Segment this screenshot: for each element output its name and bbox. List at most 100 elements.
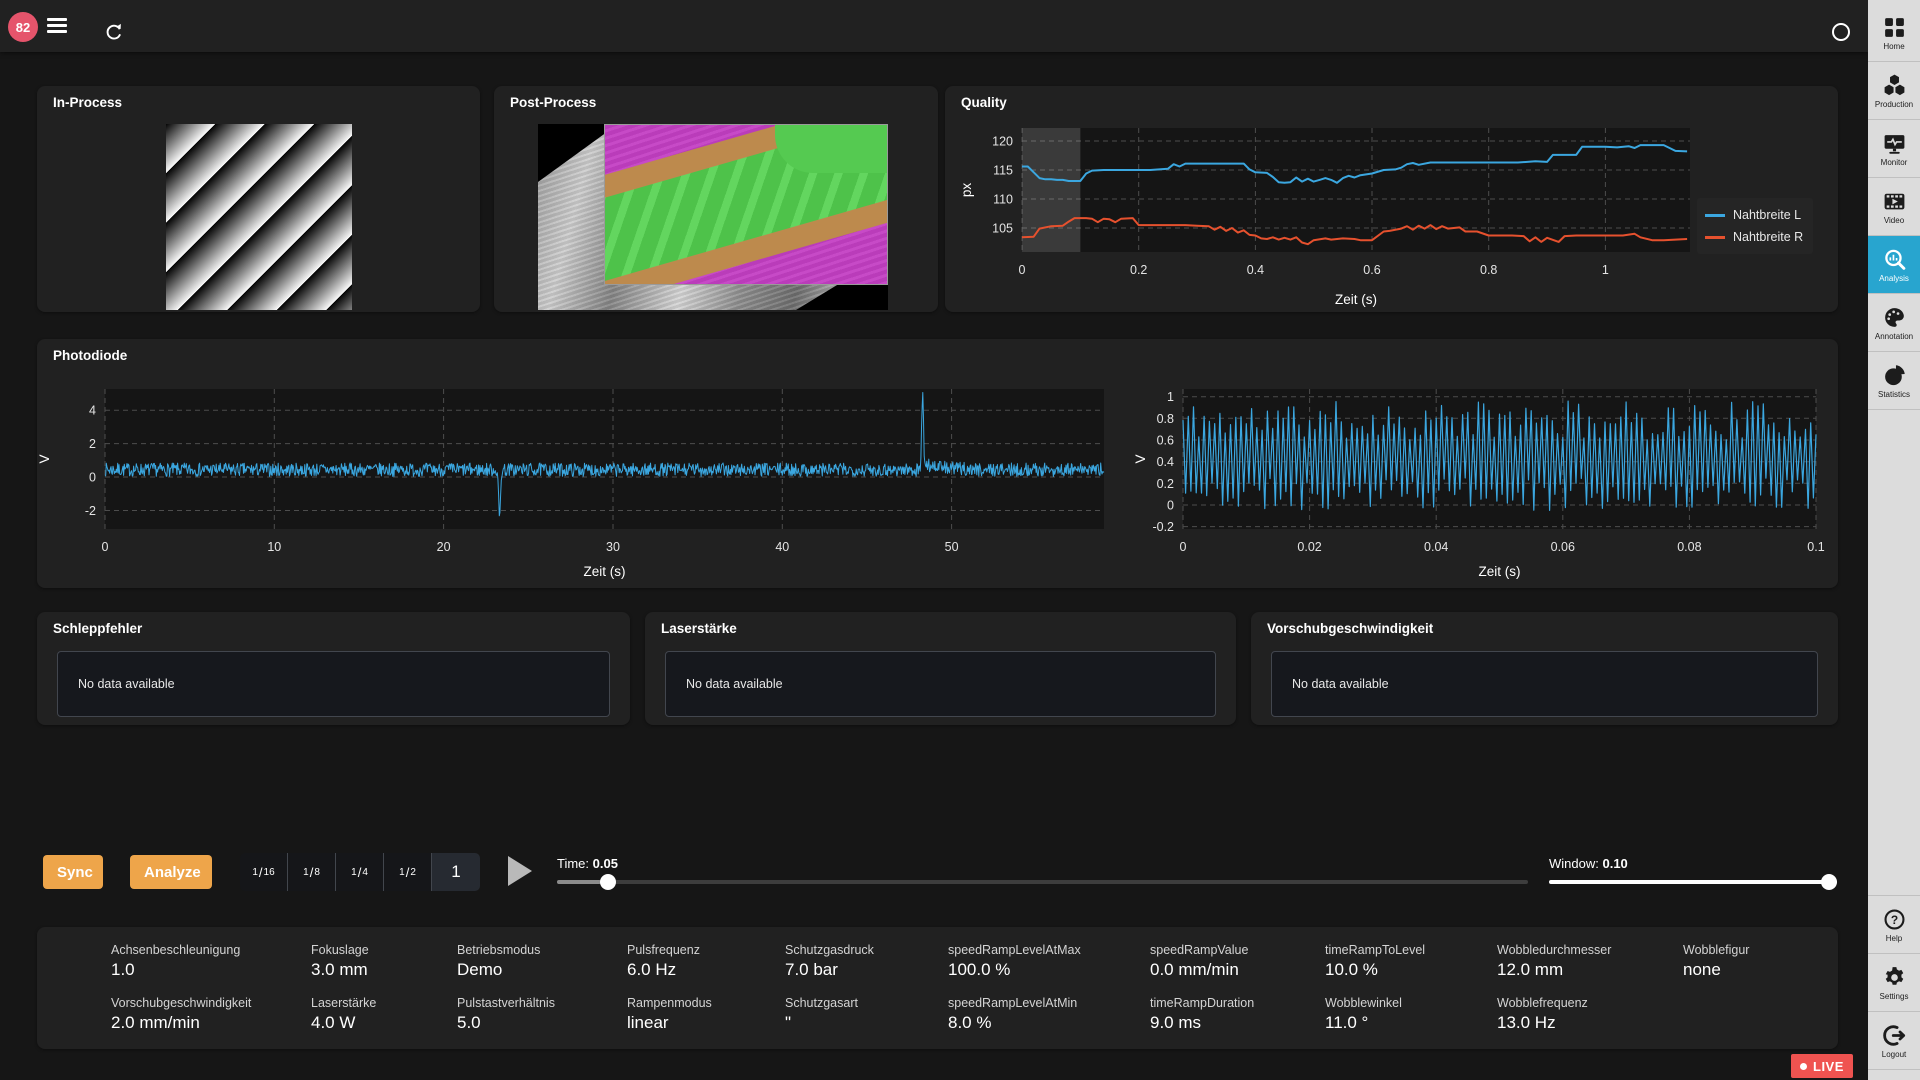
sidebar-item-home[interactable]: Home [1868, 4, 1920, 62]
live-badge: LIVE [1791, 1054, 1853, 1078]
time-slider-thumb[interactable] [600, 874, 616, 890]
svg-text:0: 0 [1180, 540, 1187, 554]
notification-badge[interactable]: 82 [8, 12, 38, 42]
fraction-button-1-4[interactable]: 1/4 [336, 853, 384, 891]
parameter-wobblewinkel: Wobblewinkel11.0 ° [1325, 996, 1497, 1033]
parameters-grid: Achsenbeschleunigung1.0Fokuslage3.0 mmBe… [111, 943, 1811, 1033]
parameter-value: 5.0 [457, 1013, 627, 1033]
svg-text:1: 1 [1167, 390, 1174, 404]
parameter-value: 10.0 % [1325, 960, 1497, 980]
parameter-timeramptolevel: timeRampToLevel 10.0 % [1325, 943, 1497, 980]
svg-text:50: 50 [945, 540, 959, 554]
svg-text:0: 0 [102, 540, 109, 554]
time-value: 0.05 [593, 856, 618, 871]
sidebar-item-annotation[interactable]: Annotation [1868, 294, 1920, 352]
parameter-value: 4.0 W [311, 1013, 457, 1033]
fraction-button-1-8[interactable]: 1/8 [288, 853, 336, 891]
svg-text:110: 110 [993, 193, 1013, 207]
fraction-button-1[interactable]: 1 [432, 853, 480, 891]
legend-item-nahtbreite-r[interactable]: Nahtbreite R [1705, 226, 1803, 248]
fraction-button-1-2[interactable]: 1/2 [384, 853, 432, 891]
vorschubgeschwindigkeit-empty-box: No data available [1271, 651, 1818, 717]
panel-post-process: Post-Process [494, 86, 938, 312]
parameter-value: 8.0 % [948, 1013, 1150, 1033]
panel-in-process: In-Process [37, 86, 480, 312]
parameter-label: speedRampLevelAtMax [948, 943, 1150, 957]
no-data-text: No data available [686, 677, 783, 691]
sidebar-item-video[interactable]: Video [1868, 178, 1920, 236]
window-slider-thumb[interactable] [1821, 874, 1837, 890]
time-slider[interactable] [557, 874, 1528, 890]
in-process-image[interactable] [166, 124, 352, 310]
svg-text:Zeit (s): Zeit (s) [584, 564, 626, 579]
parameter-value: 12.0 mm [1497, 960, 1683, 980]
parameter-value: " [785, 1013, 948, 1033]
window-slider-label: Window: 0.10 [1549, 856, 1628, 871]
live-dot-icon [1800, 1063, 1807, 1070]
parameter-speedramplevelatmax: speedRampLevelAtMax100.0 % [948, 943, 1150, 980]
quality-legend: Nahtbreite L Nahtbreite R [1697, 198, 1813, 254]
parameter-label: timeRampToLevel [1325, 943, 1497, 957]
schleppfehler-title: Schleppfehler [53, 621, 142, 636]
panel-vorschubgeschwindigkeit: Vorschubgeschwindigkeit No data availabl… [1251, 612, 1838, 725]
status-ring-icon[interactable] [1832, 23, 1850, 41]
sidebar-item-statistics[interactable]: Statistics [1868, 352, 1920, 410]
parameter-label: Achsenbeschleunigung [111, 943, 311, 957]
sidebar-item-analysis[interactable]: Analysis [1868, 236, 1920, 294]
parameter-label: Fokuslage [311, 943, 457, 957]
sidebar-item-monitor[interactable]: Monitor [1868, 120, 1920, 178]
parameter-vorschubgeschwindigkeit: Vorschubgeschwindigkeit2.0 mm/min [111, 996, 311, 1033]
sidebar-item-logout[interactable]: Logout [1868, 1012, 1920, 1070]
play-button[interactable] [508, 856, 532, 886]
svg-text:0.2: 0.2 [1130, 263, 1147, 277]
svg-text:0: 0 [1167, 499, 1174, 513]
post-process-image[interactable] [538, 124, 888, 310]
sidebar-item-settings[interactable]: Settings [1868, 954, 1920, 1012]
sidebar-item-production[interactable]: Production [1868, 62, 1920, 120]
photodiode-charts[interactable]: -202401020304050Zeit (s)V-0.200.20.40.60… [37, 369, 1838, 588]
svg-text:0.6: 0.6 [1157, 434, 1174, 448]
monitor-icon [1882, 131, 1907, 156]
sidebar-item-help[interactable]: ?Help [1868, 896, 1920, 954]
parameter-value: linear [627, 1013, 785, 1033]
help-icon: ? [1882, 907, 1907, 932]
parameter-label: Wobblefigur [1683, 943, 1811, 957]
svg-text:40: 40 [775, 540, 789, 554]
parameters-panel: Achsenbeschleunigung1.0Fokuslage3.0 mmBe… [37, 927, 1838, 1049]
sync-button[interactable]: Sync [43, 855, 103, 889]
window-slider[interactable] [1549, 874, 1837, 890]
parameter-label: Betriebsmodus [457, 943, 627, 957]
statistics-icon [1882, 363, 1907, 388]
parameter-speedrampvalue: speedRampValue0.0 mm/min [1150, 943, 1325, 980]
parameter-label: Schutzgasdruck [785, 943, 948, 957]
quality-title: Quality [961, 95, 1007, 110]
parameter-rampenmodus: Rampenmoduslinear [627, 996, 785, 1033]
parameter-label: Laserstärke [311, 996, 457, 1010]
legend-item-nahtbreite-l[interactable]: Nahtbreite L [1705, 204, 1803, 226]
refresh-icon[interactable] [103, 21, 125, 43]
annotation-icon [1882, 305, 1907, 330]
parameter-label: Wobblefrequenz [1497, 996, 1683, 1010]
menu-icon[interactable] [47, 18, 67, 34]
parameter-value: 7.0 bar [785, 960, 948, 980]
video-icon [1882, 189, 1907, 214]
svg-text:0.1: 0.1 [1807, 540, 1824, 554]
svg-text:20: 20 [437, 540, 451, 554]
parameter-label: timeRampDuration [1150, 996, 1325, 1010]
in-process-title: In-Process [53, 95, 122, 110]
parameter-label: Schutzgasart [785, 996, 948, 1010]
analysis-dashboard: 82 In-Process Post-Process Quality [0, 0, 1920, 1080]
svg-text:Zeit (s): Zeit (s) [1335, 292, 1377, 307]
window-value: 0.10 [1602, 856, 1627, 871]
parameter-schutzgasart: Schutzgasart " [785, 996, 948, 1033]
panel-quality: Quality 10511011512000.20.40.60.81Zeit (… [945, 86, 1838, 312]
svg-text:30: 30 [606, 540, 620, 554]
fraction-button-1-16[interactable]: 1/16 [240, 853, 288, 891]
panel-photodiode: Photodiode -202401020304050Zeit (s)V-0.2… [37, 339, 1838, 588]
svg-text:0.8: 0.8 [1157, 412, 1174, 426]
production-icon [1882, 73, 1907, 98]
analyze-button[interactable]: Analyze [130, 855, 212, 889]
parameter-wobbledurchmesser: Wobbledurchmesser12.0 mm [1497, 943, 1683, 980]
svg-text:Zeit (s): Zeit (s) [1479, 564, 1521, 579]
parameter-value: 11.0 ° [1325, 1013, 1497, 1033]
